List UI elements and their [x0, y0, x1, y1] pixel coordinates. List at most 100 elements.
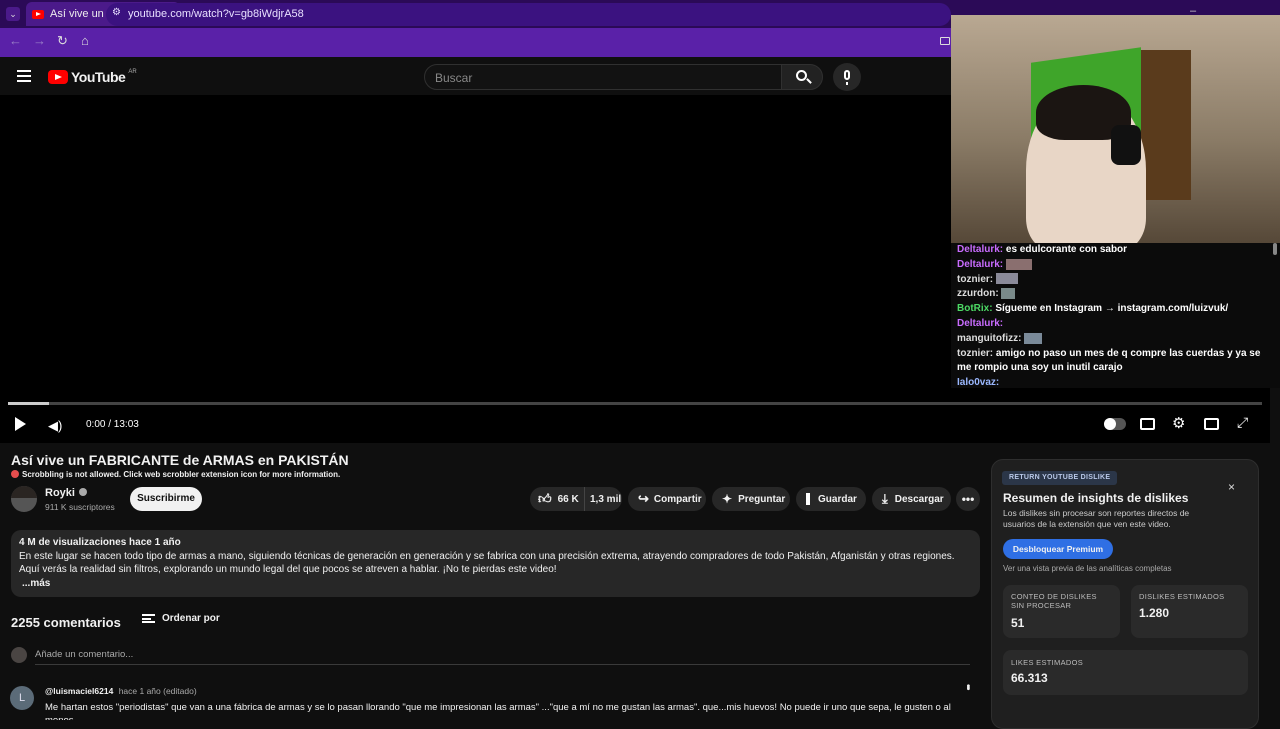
settings-gear-icon[interactable]: ⚙: [1172, 414, 1185, 432]
show-more-link[interactable]: ...más: [22, 577, 972, 591]
comment-text: Me hartan estos "periodistas" que van a …: [45, 702, 951, 720]
fullscreen-icon[interactable]: ⤢: [1237, 414, 1248, 431]
youtube-play-logo-icon: [48, 70, 68, 84]
preview-note[interactable]: Ver una vista previa de las analíticas c…: [1003, 564, 1172, 573]
volume-icon[interactable]: ◀): [48, 418, 62, 434]
chat-message: Deltalurk:: [957, 258, 1274, 273]
view-stats: 4 M de visualizaciones hace 1 año: [19, 537, 181, 548]
warning-icon: [11, 470, 19, 478]
time-display: 0:00 / 13:03: [86, 419, 139, 430]
youtube-logo[interactable]: YouTube AR: [48, 69, 137, 85]
panel-heading: Resumen de insights de dislikes: [1003, 491, 1189, 505]
chat-message: toznier:: [957, 273, 1274, 288]
chat-message: zzurdon:: [957, 287, 1274, 302]
panel-badge: RETURN YOUTUBE DISLIKE: [1002, 471, 1118, 485]
subscribe-button[interactable]: Suscribirme: [130, 487, 202, 511]
close-icon[interactable]: ×: [1228, 480, 1235, 494]
verified-icon: [78, 488, 87, 496]
chat-message: manguitofizz:: [957, 332, 1274, 347]
play-button[interactable]: [15, 417, 26, 431]
cast-icon[interactable]: [940, 37, 950, 45]
sort-comments-button[interactable]: Ordenar por: [142, 613, 220, 624]
like-button[interactable]: 👍︎ 66 K: [530, 487, 585, 511]
commenter-avatar[interactable]: L: [10, 686, 34, 710]
chat-message: Ialo0vaz:: [957, 377, 1000, 389]
description-box[interactable]: 4 M de visualizaciones hace 1 año En est…: [11, 530, 980, 597]
dislike-insights-panel: RETURN YOUTUBE DISLIKE × Resumen de insi…: [991, 459, 1259, 729]
download-icon: ⤓: [882, 491, 888, 506]
estimated-likes-label: LIKES ESTIMADOS: [1011, 658, 1084, 667]
subtitles-icon[interactable]: [1140, 418, 1155, 430]
reload-icon[interactable]: ↻: [57, 33, 68, 49]
estimated-dislikes-card: DISLIKES ESTIMADOS 1.280: [1131, 585, 1248, 638]
raw-dislikes-value: 51: [1011, 616, 1025, 630]
sparkle-icon: ✦: [722, 492, 733, 506]
channel-avatar[interactable]: [11, 486, 37, 512]
save-button[interactable]: Guardar: [796, 487, 866, 511]
dislike-button[interactable]: 1,3 mil: [585, 494, 621, 505]
home-icon[interactable]: ⌂: [81, 33, 89, 48]
ask-button[interactable]: ✦ Preguntar: [712, 487, 790, 511]
back-icon[interactable]: ←: [9, 33, 22, 48]
estimated-dislikes-label: DISLIKES ESTIMADOS: [1139, 592, 1225, 601]
mic-icon: [844, 70, 850, 80]
autoplay-toggle[interactable]: [1104, 418, 1126, 430]
comment-author[interactable]: @luismaciel6214: [45, 686, 113, 696]
like-dislike-group: 👍︎ 66 K 1,3 mil: [530, 487, 622, 511]
menu-icon[interactable]: [17, 70, 31, 82]
stream-chat: Deltalurk: es edulcorante con sabor Delt…: [951, 243, 1280, 388]
forward-icon[interactable]: →: [33, 33, 46, 48]
channel-name[interactable]: Royki: [45, 487, 87, 499]
url-text: youtube.com/watch?v=gb8iWdjrA58: [128, 8, 304, 20]
share-icon: ↪: [638, 491, 649, 506]
chat-message: Deltalurk:: [957, 317, 1004, 329]
thumbs-up-icon: 👍︎: [538, 491, 552, 506]
sort-icon: [142, 614, 155, 623]
url-field[interactable]: ⚙ youtube.com/watch?v=gb8iWdjrA58: [106, 3, 951, 26]
chat-scrollbar[interactable]: [1273, 243, 1277, 255]
emote-icon: [1005, 258, 1032, 270]
video-title: Así vive un FABRICANTE de ARMAS en PAKIS…: [11, 452, 349, 468]
region-code: AR: [128, 69, 137, 75]
estimated-dislikes-value: 1.280: [1139, 606, 1170, 620]
headset: [1111, 125, 1141, 165]
search-button[interactable]: [781, 64, 823, 90]
streamer-webcam: [951, 15, 1280, 243]
emote-icon: [1024, 332, 1043, 344]
progress-fill: [8, 402, 50, 405]
raw-dislikes-label: CONTEO DE DISLIKES SIN PROCESAR: [1011, 592, 1097, 610]
site-info-icon[interactable]: ⚙: [112, 7, 121, 18]
emote-icon: [995, 273, 1018, 285]
tab-list-chevron-icon[interactable]: ⌄: [6, 7, 20, 21]
share-button[interactable]: ↪ Compartir: [628, 487, 706, 511]
chat-message: Deltalurk: es edulcorante con sabor: [957, 244, 1128, 255]
comment-header: @luismaciel6214 hace 1 año (editado): [45, 686, 197, 696]
download-button[interactable]: ⤓ Descargar: [872, 487, 951, 511]
chat-message: BotRix: Sígueme en Instagram → instagram…: [957, 303, 1229, 315]
shelf: [1141, 50, 1191, 200]
raw-dislikes-card: CONTEO DE DISLIKES SIN PROCESAR 51: [1003, 585, 1120, 638]
youtube-logo-text: YouTube: [71, 69, 126, 85]
search-input[interactable]: Buscar: [424, 64, 782, 90]
comment-count: 2255 comentarios: [11, 615, 121, 630]
panel-body: Los dislikes sin procesar son reportes d…: [1003, 508, 1190, 529]
bookmark-icon: [806, 493, 810, 505]
subscriber-count: 911 K suscriptores: [45, 502, 115, 512]
more-icon: •••: [961, 492, 975, 506]
emote-icon: [1001, 288, 1016, 300]
estimated-likes-value: 66.313: [1011, 671, 1048, 685]
add-comment-input[interactable]: Añade un comentario...: [35, 649, 970, 665]
description-text: En este lugar se hacen todo tipo de arma…: [19, 550, 955, 576]
voice-search-button[interactable]: [833, 63, 861, 91]
comment-meta: hace 1 año (editado): [118, 686, 197, 696]
user-avatar: [11, 647, 27, 663]
scrobble-notice: Scrobbling is not allowed. Click web scr…: [11, 470, 340, 479]
estimated-likes-card: LIKES ESTIMADOS 66.313: [1003, 650, 1248, 695]
youtube-favicon-icon: [32, 9, 44, 19]
comment-more-icon[interactable]: •••: [962, 684, 973, 689]
progress-bar[interactable]: [8, 402, 1262, 405]
unlock-premium-button[interactable]: Desbloquear Premium: [1003, 539, 1113, 559]
more-actions-button[interactable]: •••: [956, 487, 980, 511]
chat-message: toznier: amigo no paso un mes de q compr…: [957, 347, 1261, 374]
miniplayer-icon[interactable]: [1204, 418, 1219, 430]
